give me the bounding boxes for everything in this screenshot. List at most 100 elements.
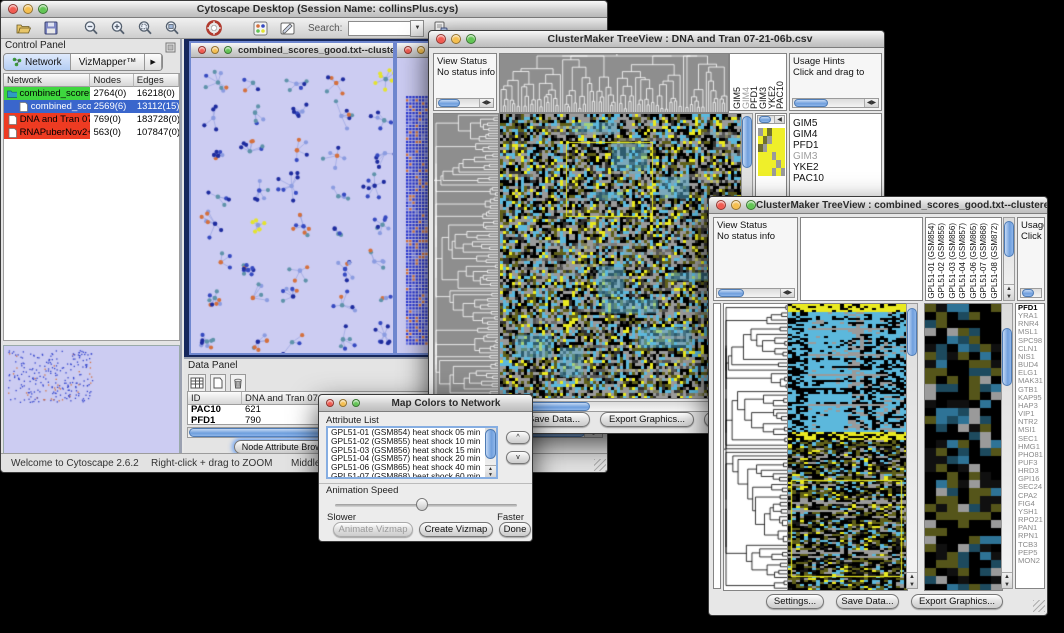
tv1-column-label[interactable]: PFD1 (749, 86, 758, 109)
save-icon[interactable] (40, 18, 61, 38)
tv2-resize-grip[interactable] (1033, 600, 1045, 612)
help-lifering-icon[interactable] (203, 18, 224, 38)
tv2-labels-vscrollbar[interactable]: ▲▼ (1003, 217, 1015, 301)
zoom-button[interactable] (38, 4, 48, 14)
close-button[interactable] (8, 4, 18, 14)
tv1-heatmap-hscrollbar[interactable]: ◀▶ (499, 401, 741, 412)
annotation-icon[interactable] (277, 18, 298, 38)
animation-slider-thumb[interactable] (416, 498, 428, 511)
tv1-column-label[interactable]: GIM3 (758, 87, 767, 109)
zoom-button[interactable] (352, 399, 360, 407)
move-down-button[interactable]: v (506, 451, 530, 464)
attribute-list-scrollbar[interactable]: ▲▼ (485, 428, 496, 477)
search-input[interactable] (348, 21, 410, 36)
control-panel-tabs: Network VizMapper™ ▶ (3, 53, 163, 71)
network-row[interactable]: combined_scores2764(0)16218(0) (4, 87, 179, 100)
tv1-column-dendrogram[interactable] (499, 53, 729, 113)
tv2-row-dendrogram[interactable] (723, 303, 791, 591)
treeview1-titlebar[interactable]: ClusterMaker TreeView : DNA and Tran 07-… (429, 31, 884, 48)
minimize-button[interactable] (417, 46, 425, 54)
tv2-zoom-heatmap[interactable] (924, 303, 1003, 591)
tv2-view-status-panel: View StatusNo status info ◀▶ (713, 217, 798, 301)
map-colors-dialog: Map Colors to Network Attribute List GPL… (318, 394, 533, 542)
tv1-column-label[interactable]: GIM5 (732, 87, 741, 109)
attribute-list[interactable]: GPL51-01 (GSM854) heat shock 05 minGPL51… (326, 426, 498, 479)
tab-overflow-arrow[interactable]: ▶ (145, 54, 161, 70)
tv1-gene-label[interactable]: GIM3 (790, 151, 881, 162)
network-tab-icon (12, 57, 22, 67)
close-button[interactable] (198, 46, 206, 54)
network-window-a-titlebar[interactable]: combined_scores_good.txt--cluste... (191, 43, 393, 58)
main-titlebar[interactable]: Cytoscape Desktop (Session Name: collins… (1, 1, 607, 18)
save-data-button[interactable]: Save Data... (836, 594, 899, 609)
tv2-column-label[interactable]: GPL51-08 (GSM872) (990, 223, 1000, 299)
create-vizmap-button[interactable]: Create Vizmap (419, 522, 493, 537)
move-up-button[interactable]: ^ (506, 431, 530, 444)
minimize-button[interactable] (211, 46, 219, 54)
tv1-row-dendrogram[interactable] (433, 113, 499, 399)
zoom-selected-icon[interactable] (135, 18, 156, 38)
close-button[interactable] (326, 399, 334, 407)
minimize-button[interactable] (339, 399, 347, 407)
network-overview-canvas (4, 346, 179, 456)
zoom-fit-icon[interactable] (162, 18, 183, 38)
tv1-gene-label[interactable]: GIM5 (790, 118, 881, 129)
animate-vizmap-button[interactable]: Animate Vizmap (333, 522, 413, 537)
resize-grip[interactable] (594, 459, 606, 471)
tv1-status-scrollbar[interactable]: ◀▶ (436, 98, 494, 108)
zoom-button[interactable] (224, 46, 232, 54)
export-graphics-button[interactable]: Export Graphics... (911, 594, 1003, 609)
tv2-hints-scrollbar[interactable] (1020, 288, 1042, 298)
tv2-heatmap-vscrollbar[interactable]: ▲▼ (906, 303, 918, 589)
tv2-column-label[interactable]: GPL51-01 (GSM854) (927, 223, 937, 299)
float-panel-icon[interactable] (165, 40, 176, 58)
network-canvas[interactable] (191, 58, 393, 353)
settings-button[interactable]: Settings... (766, 594, 824, 609)
tv1-column-label[interactable]: PAC10 (775, 81, 784, 109)
tv2-column-label[interactable]: GPL51-04 (GSM857) (958, 223, 968, 299)
tv1-column-labels: GIM5GIM4PFD1GIM3YKE2PAC10 (729, 53, 787, 111)
tv2-column-label[interactable]: GPL51-07 (GSM868) (979, 223, 989, 299)
document-icon (7, 115, 18, 125)
network-row[interactable]: DNA and Tran 07769(0)183728(0) (4, 113, 179, 126)
tv1-zoom-heatmap[interactable] (758, 128, 785, 176)
tv2-column-label[interactable]: GPL51-06 (GSM865) (969, 223, 979, 299)
tab-network[interactable]: Network (4, 54, 71, 70)
tv2-column-label[interactable]: GPL51-02 (GSM855) (937, 223, 947, 299)
network-overview-panel[interactable] (3, 345, 180, 457)
vizmapper-icon[interactable] (250, 18, 271, 38)
tv1-main-heatmap[interactable] (499, 113, 743, 399)
open-file-icon[interactable] (13, 18, 34, 38)
minimize-button[interactable] (731, 200, 741, 210)
zoom-button[interactable] (746, 200, 756, 210)
zoom-out-icon[interactable] (81, 18, 102, 38)
tv1-gene-label[interactable]: PAC10 (790, 173, 881, 184)
zoom-in-icon[interactable] (108, 18, 129, 38)
export-graphics-button[interactable]: Export Graphics... (600, 412, 694, 427)
minimize-button[interactable] (451, 34, 461, 44)
tab-vizmapper[interactable]: VizMapper™ (71, 54, 146, 70)
tv2-column-label[interactable]: GPL51-03 (GSM856) (948, 223, 958, 299)
zoom-button[interactable] (466, 34, 476, 44)
done-button[interactable]: Done (499, 522, 531, 537)
network-row[interactable]: RNAPuberNov2+563(0)107847(0) (4, 126, 179, 139)
network-row[interactable]: combined_sco2569(6)13112(15) (4, 100, 179, 113)
tv1-zoom-hscrollbar[interactable]: ◀ (757, 115, 785, 124)
tv2-gene-label[interactable]: MON2 (1016, 557, 1044, 565)
tv2-column-dendrogram-area[interactable] (800, 217, 923, 301)
close-button[interactable] (716, 200, 726, 210)
minimize-button[interactable] (23, 4, 33, 14)
tv1-gene-label[interactable]: YKE2 (790, 162, 881, 173)
tv1-gene-label[interactable]: PFD1 (790, 140, 881, 151)
tv1-hints-scrollbar[interactable]: ◀▶ (792, 98, 879, 108)
attribute-list-item[interactable]: GPL51-07 (GSM868) heat shock 60 min (328, 472, 496, 479)
close-button[interactable] (404, 46, 412, 54)
tv2-zoom-vscrollbar[interactable]: ▲▼ (1001, 303, 1013, 589)
tv2-main-heatmap[interactable] (787, 303, 908, 591)
search-dropdown-button[interactable]: ▼ (410, 20, 424, 37)
tv1-gene-label[interactable]: GIM4 (790, 129, 881, 140)
close-button[interactable] (436, 34, 446, 44)
tv2-status-scrollbar[interactable]: ◀▶ (716, 288, 795, 298)
map-dialog-titlebar[interactable]: Map Colors to Network (319, 395, 532, 412)
treeview2-titlebar[interactable]: ClusterMaker TreeView : combined_scores_… (709, 197, 1047, 214)
